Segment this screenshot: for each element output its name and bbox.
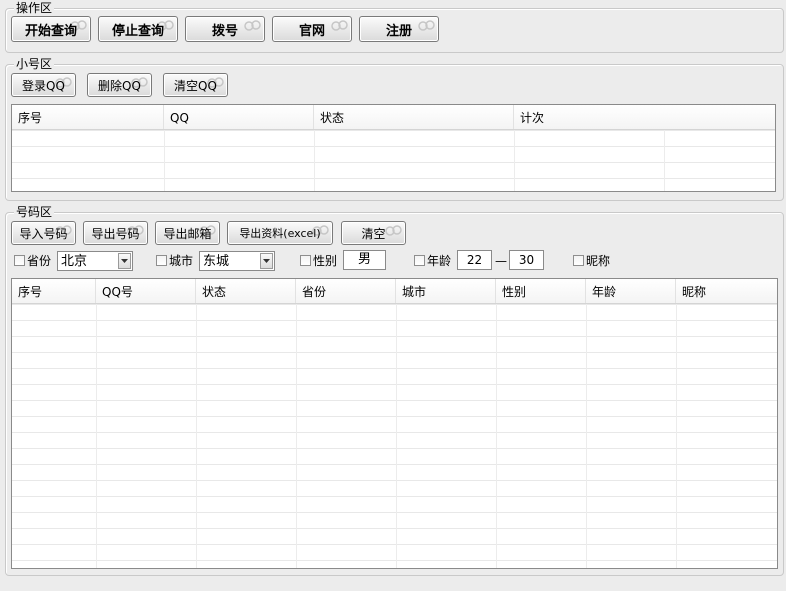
export-numbers-label: 导出号码 xyxy=(91,226,140,241)
export-excel-label: 导出资料(excel) xyxy=(239,227,321,240)
age-max-field[interactable]: 30 xyxy=(509,250,544,270)
accounts-table-header: 序号 QQ 状态 计次 xyxy=(12,105,775,130)
accounts-group-title: 小号区 xyxy=(14,57,55,71)
nickname-checkbox[interactable] xyxy=(573,255,584,266)
column-divider xyxy=(396,304,397,568)
column-header-nickname[interactable]: 昵称 xyxy=(676,279,777,303)
column-header-index[interactable]: 序号 xyxy=(12,105,164,129)
column-divider xyxy=(664,130,665,191)
city-select[interactable]: 东城 xyxy=(199,251,275,271)
clear-numbers-label: 清空 xyxy=(361,226,386,241)
login-qq-button[interactable]: 登录QQ xyxy=(11,73,76,97)
import-numbers-button[interactable]: 导入号码 xyxy=(11,221,76,245)
age-min-field[interactable]: 22 xyxy=(457,250,492,270)
export-excel-button[interactable]: 导出资料(excel) xyxy=(227,221,333,245)
swirl-decoration-icon xyxy=(244,20,261,31)
chevron-down-icon[interactable] xyxy=(118,253,131,269)
column-divider xyxy=(514,130,515,191)
gender-checkbox[interactable] xyxy=(300,255,311,266)
column-divider xyxy=(296,304,297,568)
column-divider xyxy=(586,304,587,568)
clear-qq-label: 清空QQ xyxy=(174,78,217,93)
gender-label: 性别 xyxy=(313,254,338,268)
nickname-label: 昵称 xyxy=(586,254,611,268)
city-label: 城市 xyxy=(169,254,194,268)
export-numbers-button[interactable]: 导出号码 xyxy=(83,221,148,245)
delete-qq-label: 删除QQ xyxy=(98,78,141,93)
export-email-label: 导出邮箱 xyxy=(163,226,212,241)
province-select[interactable]: 北京 xyxy=(57,251,133,271)
numbers-group-title: 号码区 xyxy=(14,205,55,219)
operation-group-title: 操作区 xyxy=(14,1,55,15)
numbers-table-body[interactable] xyxy=(12,304,777,568)
column-divider xyxy=(496,304,497,568)
column-header-age[interactable]: 年龄 xyxy=(586,279,676,303)
swirl-decoration-icon xyxy=(418,20,435,31)
city-select-value: 东城 xyxy=(203,254,230,269)
clear-numbers-button[interactable]: 清空 xyxy=(341,221,406,245)
accounts-table-body[interactable] xyxy=(12,130,775,191)
official-site-button[interactable]: 官网 xyxy=(272,16,352,42)
numbers-table[interactable]: 序号 QQ号 状态 省份 城市 性别 年龄 昵称 xyxy=(11,278,778,569)
chevron-down-icon[interactable] xyxy=(260,253,273,269)
column-header-status[interactable]: 状态 xyxy=(314,105,514,129)
swirl-decoration-icon xyxy=(331,20,348,31)
city-checkbox[interactable] xyxy=(156,255,167,266)
column-header-index[interactable]: 序号 xyxy=(12,279,96,303)
age-label: 年龄 xyxy=(427,254,452,268)
start-query-button[interactable]: 开始查询 xyxy=(11,16,91,42)
column-divider xyxy=(314,130,315,191)
swirl-decoration-icon xyxy=(385,225,402,236)
column-header-count[interactable]: 计次 xyxy=(514,105,775,129)
age-checkbox[interactable] xyxy=(414,255,425,266)
numbers-table-header: 序号 QQ号 状态 省份 城市 性别 年龄 昵称 xyxy=(12,279,777,304)
province-select-value: 北京 xyxy=(61,254,88,269)
column-header-qq[interactable]: QQ xyxy=(164,105,314,129)
delete-qq-button[interactable]: 删除QQ xyxy=(87,73,152,97)
clear-qq-button[interactable]: 清空QQ xyxy=(163,73,228,97)
start-query-label: 开始查询 xyxy=(24,23,77,39)
province-checkbox[interactable] xyxy=(14,255,25,266)
column-header-city[interactable]: 城市 xyxy=(396,279,496,303)
province-label: 省份 xyxy=(27,254,52,268)
stop-query-button[interactable]: 停止查询 xyxy=(98,16,178,42)
accounts-table[interactable]: 序号 QQ 状态 计次 xyxy=(11,104,776,192)
export-email-button[interactable]: 导出邮箱 xyxy=(155,221,220,245)
dial-button[interactable]: 拨号 xyxy=(185,16,265,42)
column-divider xyxy=(96,304,97,568)
stop-query-label: 停止查询 xyxy=(111,23,164,39)
dial-label: 拨号 xyxy=(211,23,238,39)
column-divider xyxy=(196,304,197,568)
column-divider xyxy=(676,304,677,568)
login-qq-label: 登录QQ xyxy=(22,78,65,93)
column-header-status[interactable]: 状态 xyxy=(196,279,296,303)
register-label: 注册 xyxy=(385,23,412,39)
age-range-separator: — xyxy=(495,254,507,268)
import-numbers-label: 导入号码 xyxy=(19,226,68,241)
column-header-province[interactable]: 省份 xyxy=(296,279,396,303)
column-header-qq-number[interactable]: QQ号 xyxy=(96,279,196,303)
official-site-label: 官网 xyxy=(298,23,325,39)
gender-field[interactable]: 男 xyxy=(343,250,386,270)
register-button[interactable]: 注册 xyxy=(359,16,439,42)
column-divider xyxy=(164,130,165,191)
column-header-gender[interactable]: 性别 xyxy=(496,279,586,303)
